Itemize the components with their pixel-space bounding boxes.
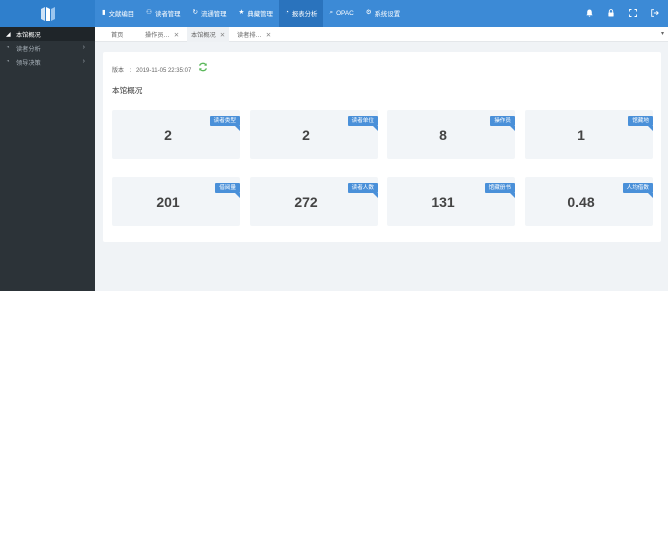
fullscreen-icon[interactable] [628,8,638,19]
stat-label: 读者类型 [209,116,241,131]
tab-label: 本馆概况 [191,32,216,39]
nav-report-analysis[interactable]: ◔ 报表分析 [278,0,324,27]
refresh-icon[interactable] [198,62,208,75]
app-logo[interactable] [0,0,95,27]
bell-icon[interactable] [584,9,594,19]
stat-label: 借阅量 [215,183,240,198]
nav-label: 读者管理 [154,11,181,18]
version-info: 版本 : 2019-11-05 22:35:07 [112,65,191,74]
lock-icon[interactable] [606,8,616,19]
top-toolbar [584,0,660,27]
pie-chart-icon: ◔ [6,59,10,65]
stat-card-locations: 1 馆藏地 [525,110,653,159]
nav-opac[interactable]: ⌕ OPAC [323,0,359,27]
stat-card-reader-types: 2 读者类型 [112,110,241,159]
nav-catalog[interactable]: ▮ 文献编目 [96,0,140,27]
stat-value: 0.48 [567,194,595,210]
tab-overview[interactable]: 本馆概况 ✕ [187,27,230,42]
stat-label: 人均借数 [622,183,654,198]
nav-system-settings[interactable]: ⚙ 系统设置 [360,0,406,27]
stat-value: 8 [439,127,447,143]
stat-card-reader-units: 2 读者单位 [250,110,379,159]
nav-collection[interactable]: ★ 典藏管理 [233,0,279,27]
close-icon[interactable]: ✕ [174,31,179,39]
tab-home[interactable]: 首页 [111,27,123,42]
sidebar-item-reader-analysis[interactable]: ◔ 读者分析 › [0,41,95,55]
gear-icon: ⚙ [365,9,372,17]
version-separator: : [129,68,132,74]
stat-label: 馆藏地 [628,116,653,131]
tab-bar: 首页 操作员… ✕ 本馆概况 ✕ 读者排… ✕ ▾ [95,27,668,42]
chevron-down-icon[interactable]: ▾ [661,30,664,37]
stat-card-reader-count: 272 读者人数 [250,177,379,226]
stat-value: 272 [294,194,318,210]
stat-value: 131 [431,194,455,210]
nav-label: 流通管理 [200,11,227,18]
tab-reader-ranking[interactable]: 读者排… ✕ [237,27,271,42]
area-chart-icon: ◢ [6,31,11,38]
stat-label: 操作员 [490,116,515,131]
sidebar-item-overview[interactable]: ◢ 本馆概况 [0,27,95,41]
version-label: 版本 [112,68,125,74]
app-root: ▮ 文献编目 ⚇ 读者管理 ↻ 流通管理 ★ 典藏管理 ◔ 报表分析 ⌕ OPA… [0,0,668,291]
sidebar-item-label: 本馆概况 [16,31,41,39]
overview-panel: 版本 : 2019-11-05 22:35:07 本馆概况 2 读者类型 2 读… [103,52,661,242]
tab-label: 操作员… [145,32,170,39]
stat-label: 读者单位 [347,116,379,131]
book-icon: ▮ [102,9,106,17]
close-icon[interactable]: ✕ [266,31,271,39]
stat-card-avg-loans: 0.48 人均借数 [525,177,654,226]
logo-icon [40,6,55,21]
pie-chart-icon: ◔ [284,9,289,17]
pie-chart-icon: ◔ [6,45,10,51]
nav-label: OPAC [336,10,354,17]
stat-card-collection-books: 131 馆藏册书 [387,177,516,226]
nav-label: 典藏管理 [247,11,273,18]
sidebar-item-leadership-decision[interactable]: ◔ 领导决策 › [0,55,95,69]
stat-label: 读者人数 [347,183,379,198]
top-navbar: ▮ 文献编目 ⚇ 读者管理 ↻ 流通管理 ★ 典藏管理 ◔ 报表分析 ⌕ OPA… [0,0,668,27]
star-icon: ★ [238,9,245,17]
refresh-icon: ↻ [192,9,198,17]
stat-value: 2 [164,127,172,143]
sidebar: ◢ 本馆概况 ◔ 读者分析 › ◔ 领导决策 › [0,27,95,291]
nav-label: 系统设置 [374,11,401,18]
stat-value: 1 [577,127,585,143]
stat-label: 馆藏册书 [484,183,516,198]
nav-reader-management[interactable]: ⚇ 读者管理 [140,0,186,27]
main-nav: ▮ 文献编目 ⚇ 读者管理 ↻ 流通管理 ★ 典藏管理 ◔ 报表分析 ⌕ OPA… [96,0,406,27]
tab-operator[interactable]: 操作员… ✕ [145,27,179,42]
tab-label: 首页 [111,32,124,39]
chevron-right-icon: › [82,44,85,51]
logout-icon[interactable] [650,8,660,19]
search-icon: ⌕ [329,9,334,17]
sidebar-item-label: 读者分析 [16,45,41,53]
version-date: 2019-11-05 22:35:07 [136,68,192,74]
nav-circulation[interactable]: ↻ 流通管理 [187,0,233,27]
users-icon: ⚇ [146,9,152,17]
nav-label: 文献编目 [108,11,135,18]
tab-label: 读者排… [237,32,262,39]
stat-card-loans: 201 借阅量 [112,177,240,226]
close-icon[interactable]: ✕ [220,31,225,39]
stat-value: 201 [156,194,180,210]
sidebar-item-label: 领导决策 [16,59,41,67]
nav-label: 报表分析 [291,11,318,18]
chevron-right-icon: › [82,58,85,65]
stat-card-operators: 8 操作员 [387,110,515,159]
page-title: 本馆概况 [112,86,143,95]
stat-value: 2 [302,127,310,143]
